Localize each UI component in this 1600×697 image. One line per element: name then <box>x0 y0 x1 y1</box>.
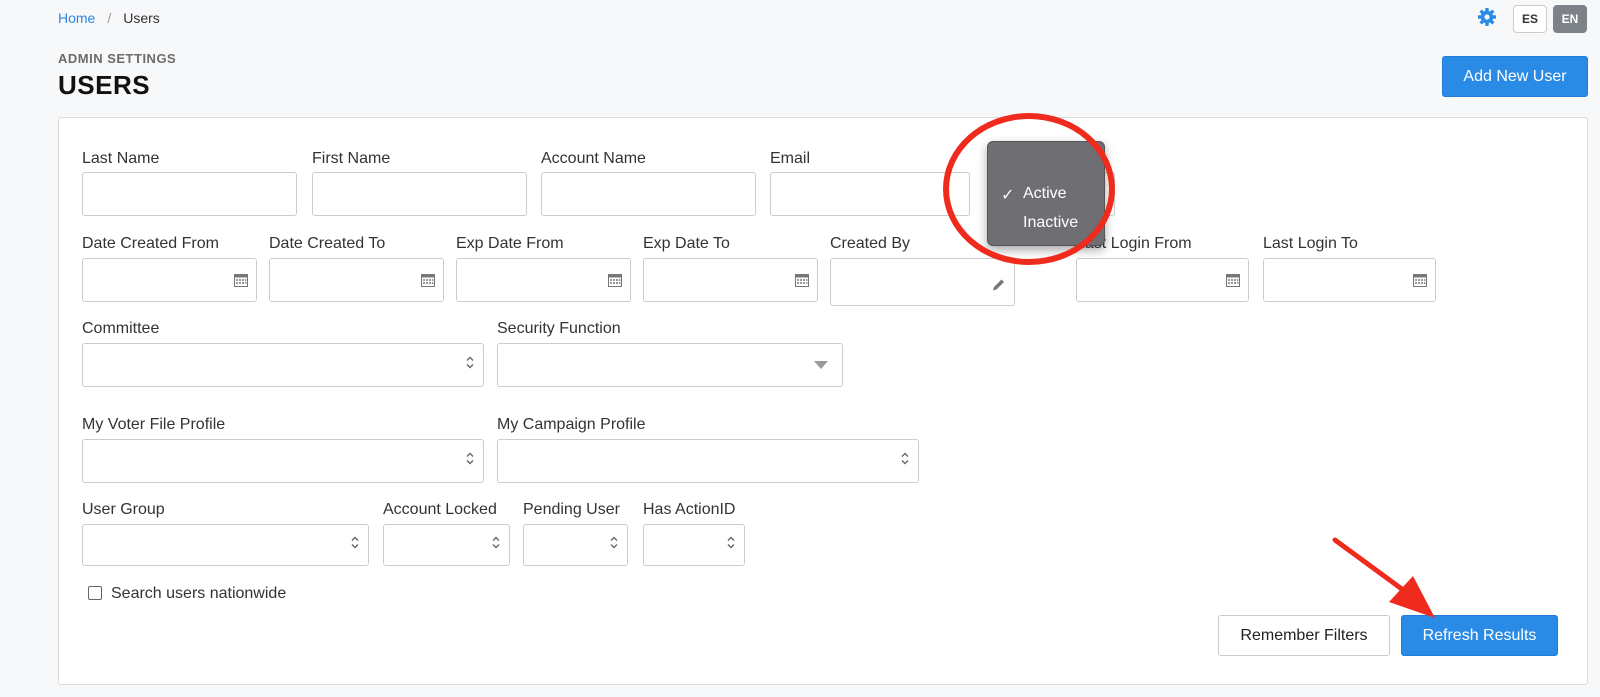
sort-arrows-icon <box>491 536 501 555</box>
calendar-icon[interactable] <box>795 273 809 287</box>
email-input[interactable] <box>770 172 970 216</box>
last-name-label: Last Name <box>82 150 160 167</box>
sort-arrows-icon <box>900 452 910 471</box>
account-locked-select[interactable] <box>383 524 510 566</box>
page-title: USERS <box>58 70 151 100</box>
account-name-label: Account Name <box>541 150 646 167</box>
gear-icon[interactable] <box>1477 7 1497 27</box>
sort-arrows-icon <box>726 536 736 555</box>
calendar-icon[interactable] <box>421 273 435 287</box>
last-login-to-input[interactable] <box>1263 258 1436 302</box>
sort-arrows-icon <box>609 536 619 555</box>
annotation-arrow <box>1332 537 1435 618</box>
breadcrumb-home-link[interactable]: Home <box>58 10 95 26</box>
exp-date-from-input[interactable] <box>456 258 631 302</box>
my-voter-file-profile-select[interactable] <box>82 439 484 483</box>
add-new-user-button[interactable]: Add New User <box>1442 56 1588 97</box>
sort-arrows-icon <box>350 536 360 555</box>
language-en-button[interactable]: EN <box>1553 5 1587 33</box>
last-login-to-label: Last Login To <box>1263 235 1358 252</box>
has-actionid-label: Has ActionID <box>643 501 736 518</box>
calendar-icon[interactable] <box>1413 273 1427 287</box>
date-created-to-label: Date Created To <box>269 235 386 252</box>
security-function-select[interactable] <box>497 343 843 387</box>
breadcrumb: Home / Users <box>58 10 160 26</box>
user-group-select[interactable] <box>82 524 369 566</box>
date-created-from-input[interactable] <box>82 258 257 302</box>
email-label: Email <box>770 150 811 167</box>
created-by-label: Created By <box>830 235 911 252</box>
caret-down-icon <box>814 356 828 374</box>
my-campaign-profile-select[interactable] <box>497 439 919 483</box>
created-by-input[interactable] <box>830 258 1015 306</box>
pencil-icon[interactable] <box>992 277 1006 296</box>
exp-date-from-label: Exp Date From <box>456 235 564 252</box>
calendar-icon[interactable] <box>1226 273 1240 287</box>
breadcrumb-separator: / <box>107 10 112 26</box>
exp-date-to-input[interactable] <box>643 258 818 302</box>
language-es-button[interactable]: ES <box>1513 5 1547 33</box>
account-name-input[interactable] <box>541 172 756 216</box>
pending-user-select[interactable] <box>523 524 628 566</box>
calendar-icon[interactable] <box>608 273 622 287</box>
last-login-from-input[interactable] <box>1076 258 1249 302</box>
my-campaign-profile-label: My Campaign Profile <box>497 416 646 433</box>
security-function-label: Security Function <box>497 320 621 337</box>
breadcrumb-current: Users <box>123 10 160 26</box>
exp-date-to-label: Exp Date To <box>643 235 730 252</box>
page-subtitle: ADMIN SETTINGS <box>58 51 177 66</box>
first-name-label: First Name <box>312 150 391 167</box>
search-nationwide-label: Search users nationwide <box>111 585 287 602</box>
calendar-icon[interactable] <box>234 273 248 287</box>
first-name-input[interactable] <box>312 172 527 216</box>
sort-arrows-icon <box>465 452 475 471</box>
pending-user-label: Pending User <box>523 501 620 518</box>
has-actionid-select[interactable] <box>643 524 745 566</box>
committee-label: Committee <box>82 320 160 337</box>
committee-select[interactable] <box>82 343 484 387</box>
date-created-to-input[interactable] <box>269 258 444 302</box>
my-voter-file-profile-label: My Voter File Profile <box>82 416 226 433</box>
last-name-input[interactable] <box>82 172 297 216</box>
account-locked-label: Account Locked <box>383 501 497 518</box>
search-nationwide-checkbox[interactable] <box>88 586 102 600</box>
highlight-circle-annotation <box>943 113 1115 265</box>
sort-arrows-icon <box>465 356 475 375</box>
date-created-from-label: Date Created From <box>82 235 219 252</box>
user-group-label: User Group <box>82 501 165 518</box>
